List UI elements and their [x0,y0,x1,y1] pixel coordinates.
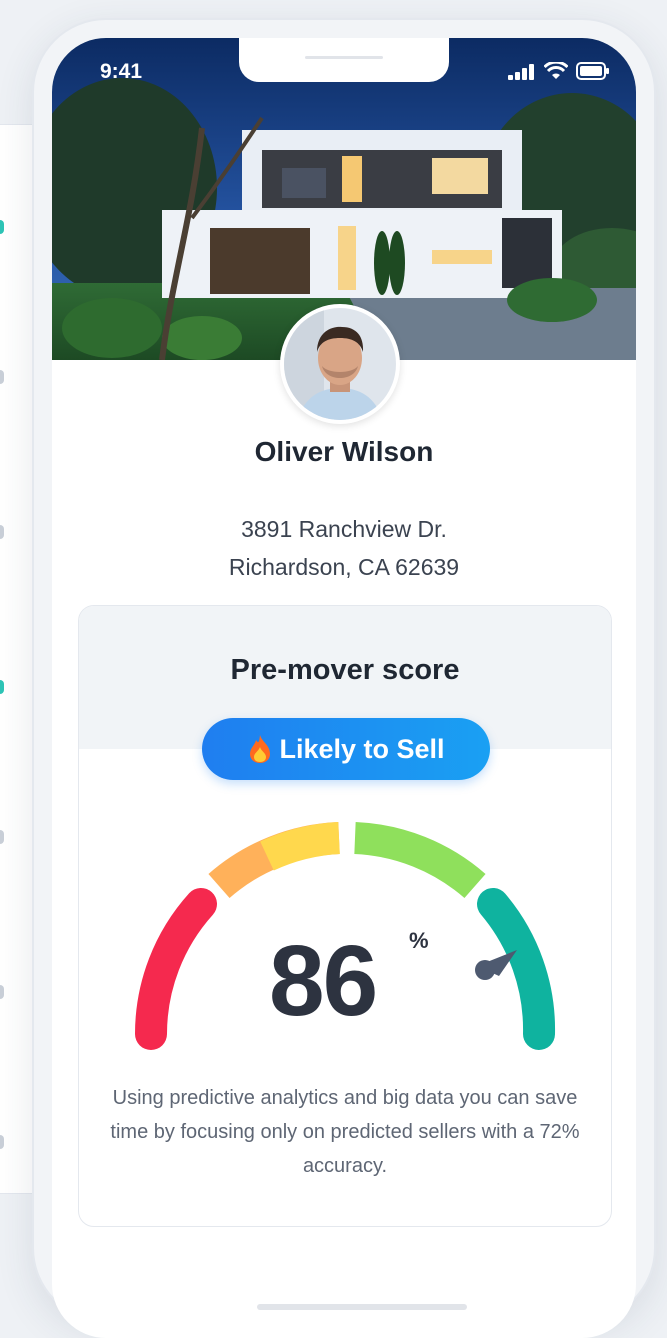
fire-icon [250,735,271,763]
pre-mover-score-card: Pre-mover score Likely to Sell 86 % Usin… [78,605,612,1227]
signal-icon [508,64,534,80]
background-marker [0,220,4,234]
score-description: Using predictive analytics and big data … [110,1087,580,1177]
score-unit: % [409,928,429,953]
background-marker [0,830,4,844]
profile-name: Oliver Wilson [254,436,434,467]
badge-label: Likely to Sell [279,733,445,764]
phone-notch [239,38,449,82]
battery-icon [576,62,609,80]
wifi-icon [544,62,568,79]
phone-frame: 9:41 Oliver Wilson 3891 Ranchview Dr. Ri… [34,20,654,1338]
gauge-segment-red [135,888,217,1050]
profile-address: 3891 Ranchview Dr. Richardson, CA 62639 [52,510,636,586]
home-indicator [257,1304,467,1310]
status-icons [508,62,610,80]
background-marker [0,525,4,539]
background-marker [0,370,4,384]
gauge-segment-yellow [260,822,341,871]
address-line-2: Richardson, CA 62639 [228,554,460,580]
status-time: 9:41 [100,60,143,83]
phone-screen: 9:41 Oliver Wilson 3891 Ranchview Dr. Ri… [52,38,636,1338]
card-title: Pre-mover score [230,654,460,686]
address-line-1: 3891 Ranchview Dr. [241,516,447,542]
background-marker [0,985,4,999]
background-marker [0,1135,4,1149]
likely-to-sell-badge: Likely to Sell [202,718,490,780]
background-marker [0,680,4,694]
avatar [280,304,400,424]
gauge-segment-green [354,822,486,899]
score-value: 86 [269,925,378,1037]
